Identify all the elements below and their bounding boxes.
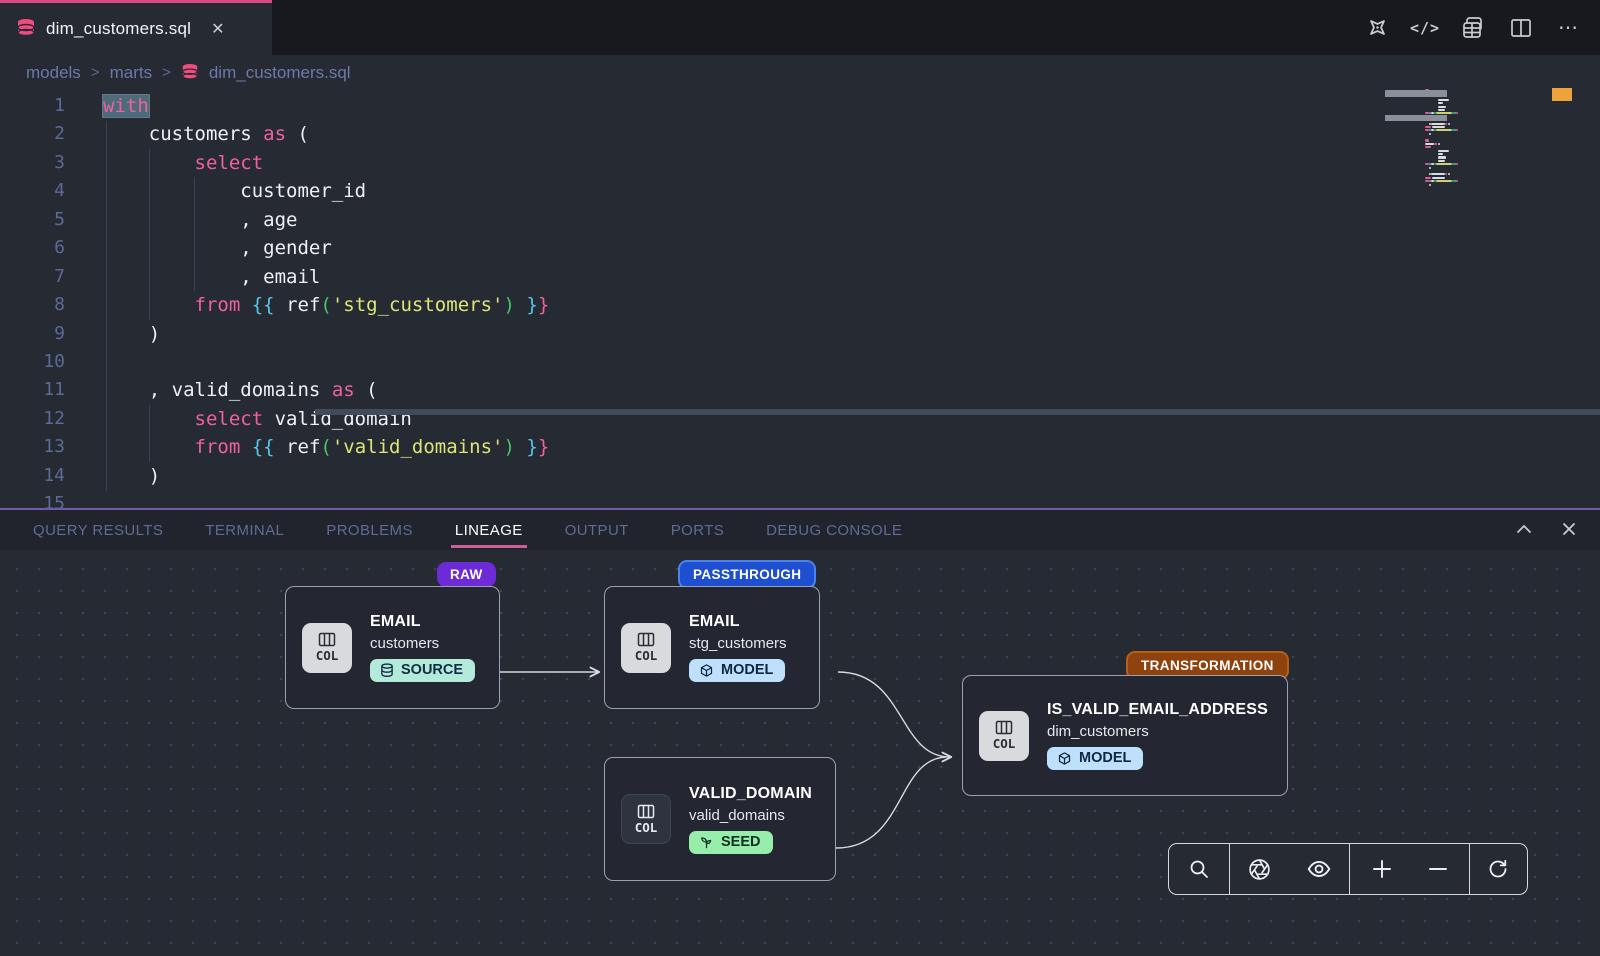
breadcrumb: models > marts > dim_customers.sql	[0, 55, 1600, 90]
refresh-icon[interactable]	[1486, 857, 1510, 881]
tabbar-actions: </> ⋯	[1364, 0, 1582, 55]
indent-guide	[194, 177, 195, 291]
copy-table-icon[interactable]	[1460, 15, 1486, 41]
panel-tab-output[interactable]: OUTPUT	[565, 522, 629, 539]
lineage-canvas[interactable]: RAW COL EMAIL customers SOURCE PASSTHROU…	[0, 550, 1600, 956]
node-model-name: stg_customers	[689, 635, 787, 652]
tag-badge-raw: RAW	[437, 562, 496, 587]
panel-actions	[1514, 508, 1578, 550]
code-lines[interactable]: with customers as ( select customer_id ,…	[75, 92, 1600, 508]
split-editor-icon[interactable]	[1508, 15, 1534, 41]
edge-stg-dim	[838, 672, 950, 757]
type-badge-source: SOURCE	[370, 659, 475, 682]
line-numbers: 123456789101112131415	[0, 92, 75, 508]
breadcrumb-item-models[interactable]: models	[26, 63, 81, 83]
indent-guide	[149, 149, 150, 320]
search-icon[interactable]	[1187, 857, 1211, 881]
bottom-panel-header: QUERY RESULTS TERMINAL PROBLEMS LINEAGE OUTP…	[0, 508, 1600, 550]
node-model-name: customers	[370, 635, 475, 652]
lineage-node-stg-customers[interactable]: COL EMAIL stg_customers MODEL	[604, 586, 820, 709]
node-column-name: EMAIL	[370, 613, 475, 631]
node-model-name: dim_customers	[1047, 723, 1268, 740]
type-badge-seed: SEED	[689, 831, 773, 854]
minimap-content	[1425, 88, 1535, 188]
scrollbar-marker	[1552, 88, 1572, 101]
lineage-toolbar	[1168, 843, 1528, 895]
database-icon	[16, 18, 36, 40]
lineage-node-valid-domains[interactable]: COL VALID_DOMAIN valid_domains SEED	[604, 757, 836, 881]
zoom-in-icon[interactable]	[1371, 858, 1393, 880]
breadcrumb-separator: >	[91, 64, 100, 81]
panel-tab-query-results[interactable]: QUERY RESULTS	[33, 522, 163, 539]
node-column-name: IS_VALID_EMAIL_ADDRESS	[1047, 701, 1268, 719]
panel-tab-debug-console[interactable]: DEBUG CONSOLE	[766, 522, 902, 539]
aperture-icon[interactable]	[1247, 857, 1272, 882]
panel-tab-lineage[interactable]: LINEAGE	[455, 522, 523, 539]
breadcrumb-item-file[interactable]: dim_customers.sql	[209, 63, 351, 83]
type-badge-model: MODEL	[689, 659, 785, 682]
panel-close-icon[interactable]	[1560, 520, 1578, 538]
database-icon	[181, 63, 199, 83]
column-icon: COL	[621, 623, 671, 673]
edge-seed-dim	[836, 757, 946, 848]
editor-tab-bar: dim_customers.sql ✕ </>	[0, 0, 1600, 55]
type-badge-model: MODEL	[1047, 747, 1143, 770]
dbt-logo-icon[interactable]	[1364, 15, 1390, 41]
lineage-node-dim-customers[interactable]: COL IS_VALID_EMAIL_ADDRESS dim_customers…	[962, 675, 1288, 796]
breadcrumb-item-marts[interactable]: marts	[110, 63, 153, 83]
minimap-decoration	[1385, 115, 1447, 121]
panel-collapse-icon[interactable]	[1514, 519, 1534, 539]
column-icon: COL	[302, 623, 352, 673]
lineage-node-customers[interactable]: COL EMAIL customers SOURCE	[285, 586, 500, 709]
panel-tab-problems[interactable]: PROBLEMS	[326, 522, 413, 539]
panel-tab-terminal[interactable]: TERMINAL	[205, 522, 284, 539]
indent-guide	[149, 405, 150, 462]
node-column-name: EMAIL	[689, 613, 787, 631]
horizontal-scrollbar[interactable]	[315, 409, 1600, 415]
minimap[interactable]	[1425, 88, 1535, 188]
minimap-decoration	[1385, 90, 1447, 97]
panel-tab-ports[interactable]: PORTS	[671, 522, 724, 539]
indent-guide	[106, 121, 107, 491]
tag-badge-passthrough: PASSTHROUGH	[678, 560, 816, 589]
zoom-out-icon[interactable]	[1427, 858, 1449, 880]
panel-tabs: QUERY RESULTS TERMINAL PROBLEMS LINEAGE OUTP…	[33, 522, 902, 539]
eye-icon[interactable]	[1306, 856, 1332, 882]
code-view-icon[interactable]: </>	[1412, 15, 1438, 41]
tab-dim-customers[interactable]: dim_customers.sql ✕	[0, 0, 272, 55]
tab-title: dim_customers.sql	[46, 19, 191, 39]
column-icon: COL	[621, 794, 671, 844]
more-actions-icon[interactable]: ⋯	[1556, 15, 1582, 41]
column-icon: COL	[979, 711, 1029, 761]
breadcrumb-separator: >	[162, 64, 171, 81]
code-editor[interactable]: 123456789101112131415 with customers as …	[0, 90, 1600, 508]
node-column-name: VALID_DOMAIN	[689, 785, 812, 803]
node-model-name: valid_domains	[689, 807, 812, 824]
tab-close-icon[interactable]: ✕	[211, 19, 224, 39]
